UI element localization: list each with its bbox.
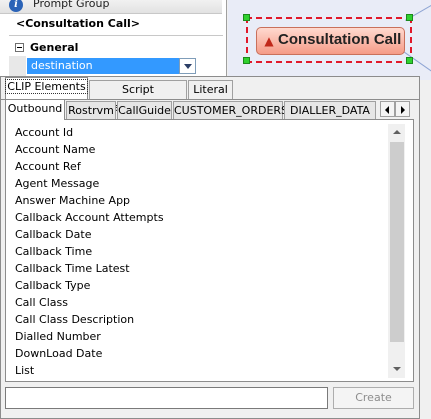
tab-label: CLIP Elements [5,79,88,94]
list-item-account-id[interactable]: Account Id [15,124,385,141]
list-item-callback-time-latest[interactable]: Callback Time Latest [15,260,385,277]
tab-scroll-left-icon[interactable] [380,101,395,117]
resize-handle-top-right[interactable] [406,14,413,21]
scroll-down-arrow-icon[interactable] [388,361,405,378]
element-name-input[interactable] [5,387,328,409]
tab-dialler-data[interactable]: DIALLER_DATA [284,101,376,119]
resize-handle-bottom-left[interactable] [243,57,250,64]
list-item-download-date[interactable]: DownLoad Date [15,345,385,362]
tab-rostrvm[interactable]: Rostrvm [66,101,116,119]
tab-scroll-right-icon[interactable] [395,101,410,117]
tab-callguide[interactable]: CallGuide [117,101,172,119]
list-item-answer-machine-app[interactable]: Answer Machine App [15,192,385,209]
create-button[interactable]: Create [333,387,414,409]
transfer-call-icon: ▲ [264,34,274,48]
node-name: <Consultation Call> [16,17,141,30]
property-gutter [9,56,26,76]
divider [9,35,223,36]
resize-handle-top-left[interactable] [243,14,250,21]
tab-customer-orders[interactable]: CUSTOMER_ORDERS [173,101,288,119]
general-section-label: General [30,41,79,54]
list-item-callback-date[interactable]: Callback Date [15,226,385,243]
tab-literal[interactable]: Literal [188,80,233,100]
collapse-minus-icon[interactable] [15,43,24,52]
prompt-group-label: Prompt Group [33,0,110,10]
scroll-up-arrow-icon[interactable] [388,124,405,141]
list-item-callback-type[interactable]: Callback Type [15,277,385,294]
destination-property-cell[interactable]: destination [27,58,179,74]
clip-element-list: Account Id Account Name Account Ref Agen… [15,124,385,379]
list-item-agent-message[interactable]: Agent Message [15,175,385,192]
list-item-account-name[interactable]: Account Name [15,141,385,158]
list-item-account-ref[interactable]: Account Ref [15,158,385,175]
list-item-call-class[interactable]: Call Class [15,294,385,311]
list-item-callback-account-attempts[interactable]: Callback Account Attempts [15,209,385,226]
tab-clip-elements[interactable]: CLIP Elements [5,77,88,99]
tab-outbound[interactable]: Outbound [5,99,65,120]
tab-script-parameters[interactable]: Script Parameters [89,80,187,114]
node-label: Consultation Call [278,31,402,48]
list-item-dialled-number[interactable]: Dialled Number [15,328,385,345]
list-item-list[interactable]: List [15,362,385,379]
list-item-callback-time[interactable]: Callback Time [15,243,385,260]
destination-dropdown-button[interactable] [179,58,196,74]
list-item-call-class-description[interactable]: Call Class Description [15,311,385,328]
resize-handle-bottom-right[interactable] [406,57,413,64]
scrollbar-thumb[interactable] [390,142,404,342]
